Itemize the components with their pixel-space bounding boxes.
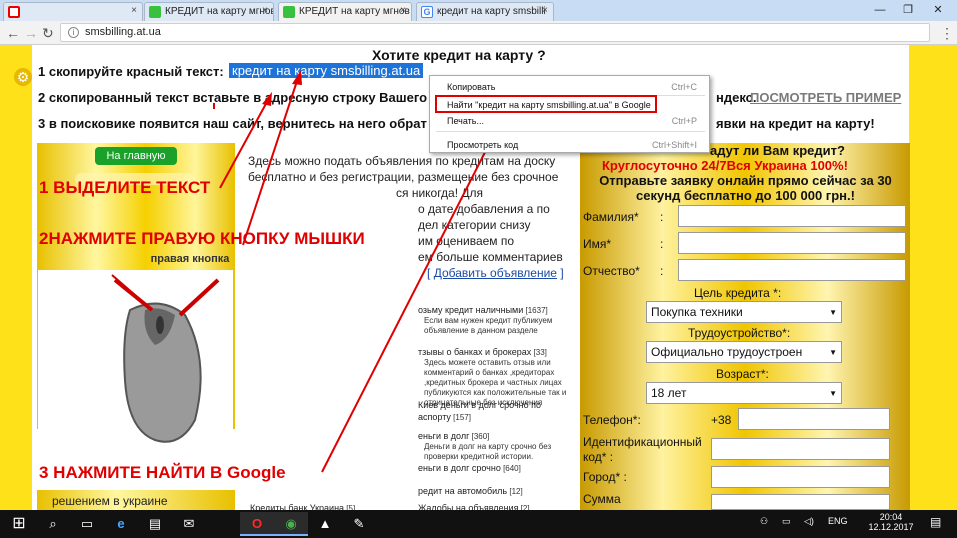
clock[interactable]: 20:04 12.12.2017	[866, 512, 916, 532]
volume-icon[interactable]: ◁)	[804, 516, 814, 527]
photos-icon[interactable]: ▲	[308, 512, 342, 536]
people-icon[interactable]: ⚇	[760, 516, 768, 527]
menu-item-inspect[interactable]: Просмотреть код Ctrl+Shift+I	[430, 137, 711, 153]
menu-shortcut: Ctrl+P	[671, 116, 697, 126]
language-indicator[interactable]: ENG	[828, 516, 848, 526]
menu-item-label: Просмотреть код	[447, 140, 519, 150]
menu-divider	[436, 131, 705, 132]
edge-icon[interactable]: e	[104, 512, 138, 536]
taskbar: ⊞ ⌕ ▭ e ▤ ✉ O ◉ ▲ ✎ ⚇ ▭ ◁) ENG 20:04 12.…	[0, 510, 957, 538]
menu-item-print[interactable]: Печать... Ctrl+P	[430, 113, 711, 129]
clock-date: 12.12.2017	[868, 522, 914, 532]
start-icon[interactable]: ⊞	[2, 512, 36, 536]
highlight-box	[435, 95, 657, 113]
store-icon[interactable]: ▤	[138, 512, 172, 536]
menu-shortcut: Ctrl+Shift+I	[651, 140, 697, 150]
opera-icon[interactable]: O	[240, 512, 274, 536]
menu-item-copy[interactable]: Копировать Ctrl+C	[430, 79, 711, 95]
notifications-icon[interactable]: ▤	[930, 515, 941, 529]
paint-icon[interactable]: ✎	[342, 512, 376, 536]
mail-icon[interactable]: ✉	[172, 512, 206, 536]
menu-item-label: Копировать	[447, 82, 496, 92]
menu-item-label: Печать...	[447, 116, 484, 126]
menu-shortcut: Ctrl+C	[671, 82, 697, 92]
chrome-icon[interactable]: ◉	[274, 512, 308, 536]
context-menu: Копировать Ctrl+C Найти "кредит на карту…	[429, 75, 710, 153]
task-view-icon[interactable]: ▭	[70, 512, 104, 536]
search-icon[interactable]: ⌕	[36, 512, 70, 536]
network-icon[interactable]: ▭	[782, 516, 791, 527]
clock-time: 20:04	[879, 512, 903, 522]
